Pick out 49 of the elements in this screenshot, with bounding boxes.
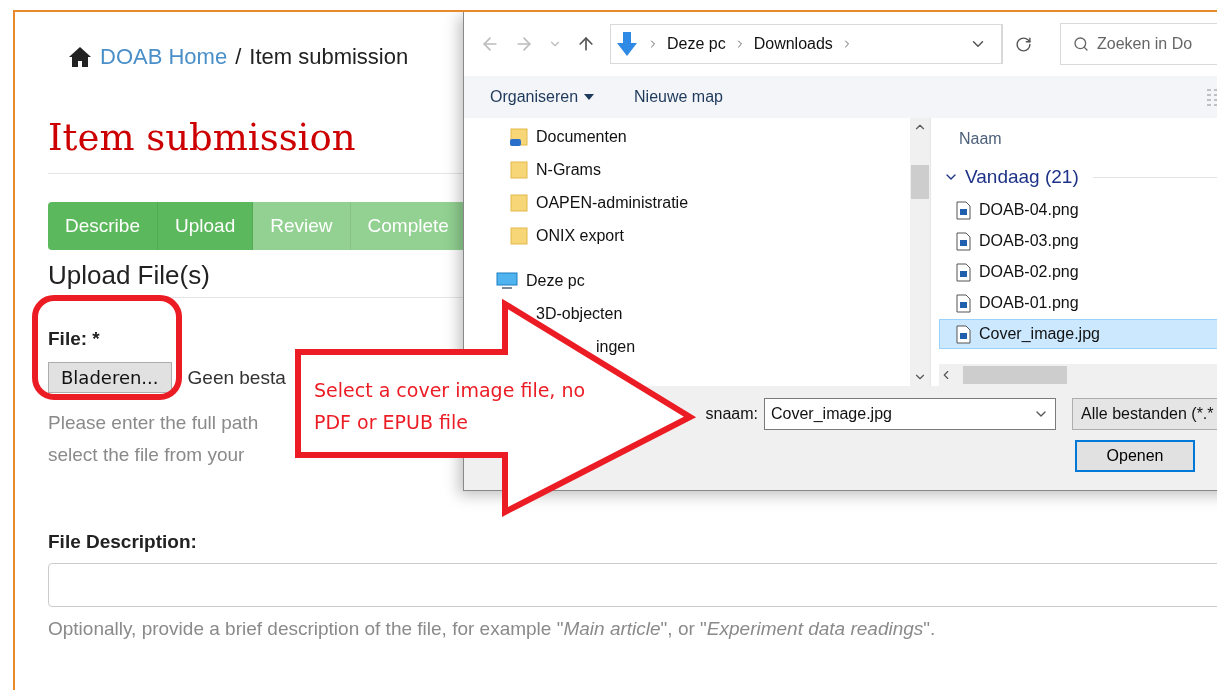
toolbar-button[interactable]: Nieuwe map <box>634 88 723 106</box>
image-file-icon <box>956 293 971 313</box>
image-file-icon <box>956 324 971 344</box>
tree-item[interactable]: ingen <box>596 337 636 356</box>
folder-icon <box>510 225 528 246</box>
caret-icon <box>584 94 595 100</box>
help-text: Please enter the full path <box>48 411 259 435</box>
help-text: select the file from your <box>48 443 245 467</box>
file-item[interactable]: DOAB-04.png <box>939 195 1217 225</box>
scrollbar[interactable] <box>910 118 930 386</box>
image-file-icon <box>956 231 971 251</box>
tree-item[interactable]: Deze pc <box>526 271 585 290</box>
path-segment[interactable]: Deze pc <box>667 35 726 53</box>
filename-label: snaam: <box>704 405 758 423</box>
home-icon[interactable] <box>68 46 92 68</box>
scroll-thumb[interactable] <box>911 165 929 199</box>
folder-icon <box>510 159 528 180</box>
description-input[interactable] <box>48 563 1217 607</box>
image-file-icon <box>956 200 971 220</box>
horizontal-scrollbar[interactable] <box>939 364 1217 386</box>
file-status: Geen besta <box>187 366 286 389</box>
computer-icon <box>496 271 518 290</box>
image-file-icon <box>956 262 971 282</box>
filename-field[interactable]: Cover_image.jpg <box>764 398 1056 430</box>
open-button[interactable]: Openen <box>1075 440 1195 472</box>
address-bar[interactable]: Deze pc Downloads <box>610 24 1002 64</box>
tree-item[interactable]: OAPEN-administratie <box>536 193 689 212</box>
file-item[interactable]: Cover_image.jpg <box>939 319 1217 349</box>
tree-item[interactable]: 3D-objecten <box>536 304 623 323</box>
search-icon <box>1073 36 1089 52</box>
refresh-icon <box>1015 35 1032 53</box>
field-label: File Description: <box>48 531 197 553</box>
breadcrumb-separator: / <box>235 44 242 70</box>
group-header[interactable]: Vandaag (21) <box>965 166 1079 188</box>
linked-folder-icon <box>510 126 528 147</box>
callout-text: Select a cover image file, no PDF or EPUB file <box>314 378 587 435</box>
path-segment[interactable]: Downloads <box>753 35 833 53</box>
help-text: Optionally, provide a brief description of the file, for example "Main article", or "Experiment data readings". <box>48 617 936 641</box>
download-arrow-icon <box>615 31 639 57</box>
tree-item[interactable]: Documenten <box>536 127 627 146</box>
breadcrumb-current: Item submission <box>249 44 409 70</box>
file-item[interactable]: DOAB-03.png <box>939 226 1217 256</box>
toolbar-button[interactable]: Organiseren <box>490 88 595 106</box>
browse-button[interactable]: Bladeren... <box>48 362 172 393</box>
tree-item[interactable]: ONIX export <box>536 226 625 245</box>
file-type-select[interactable]: Alle bestanden (*.* <box>1072 398 1217 430</box>
field-label: File: * <box>48 328 100 350</box>
search-field[interactable]: Zoeken in Do <box>1060 23 1217 65</box>
folder-icon <box>510 192 528 213</box>
